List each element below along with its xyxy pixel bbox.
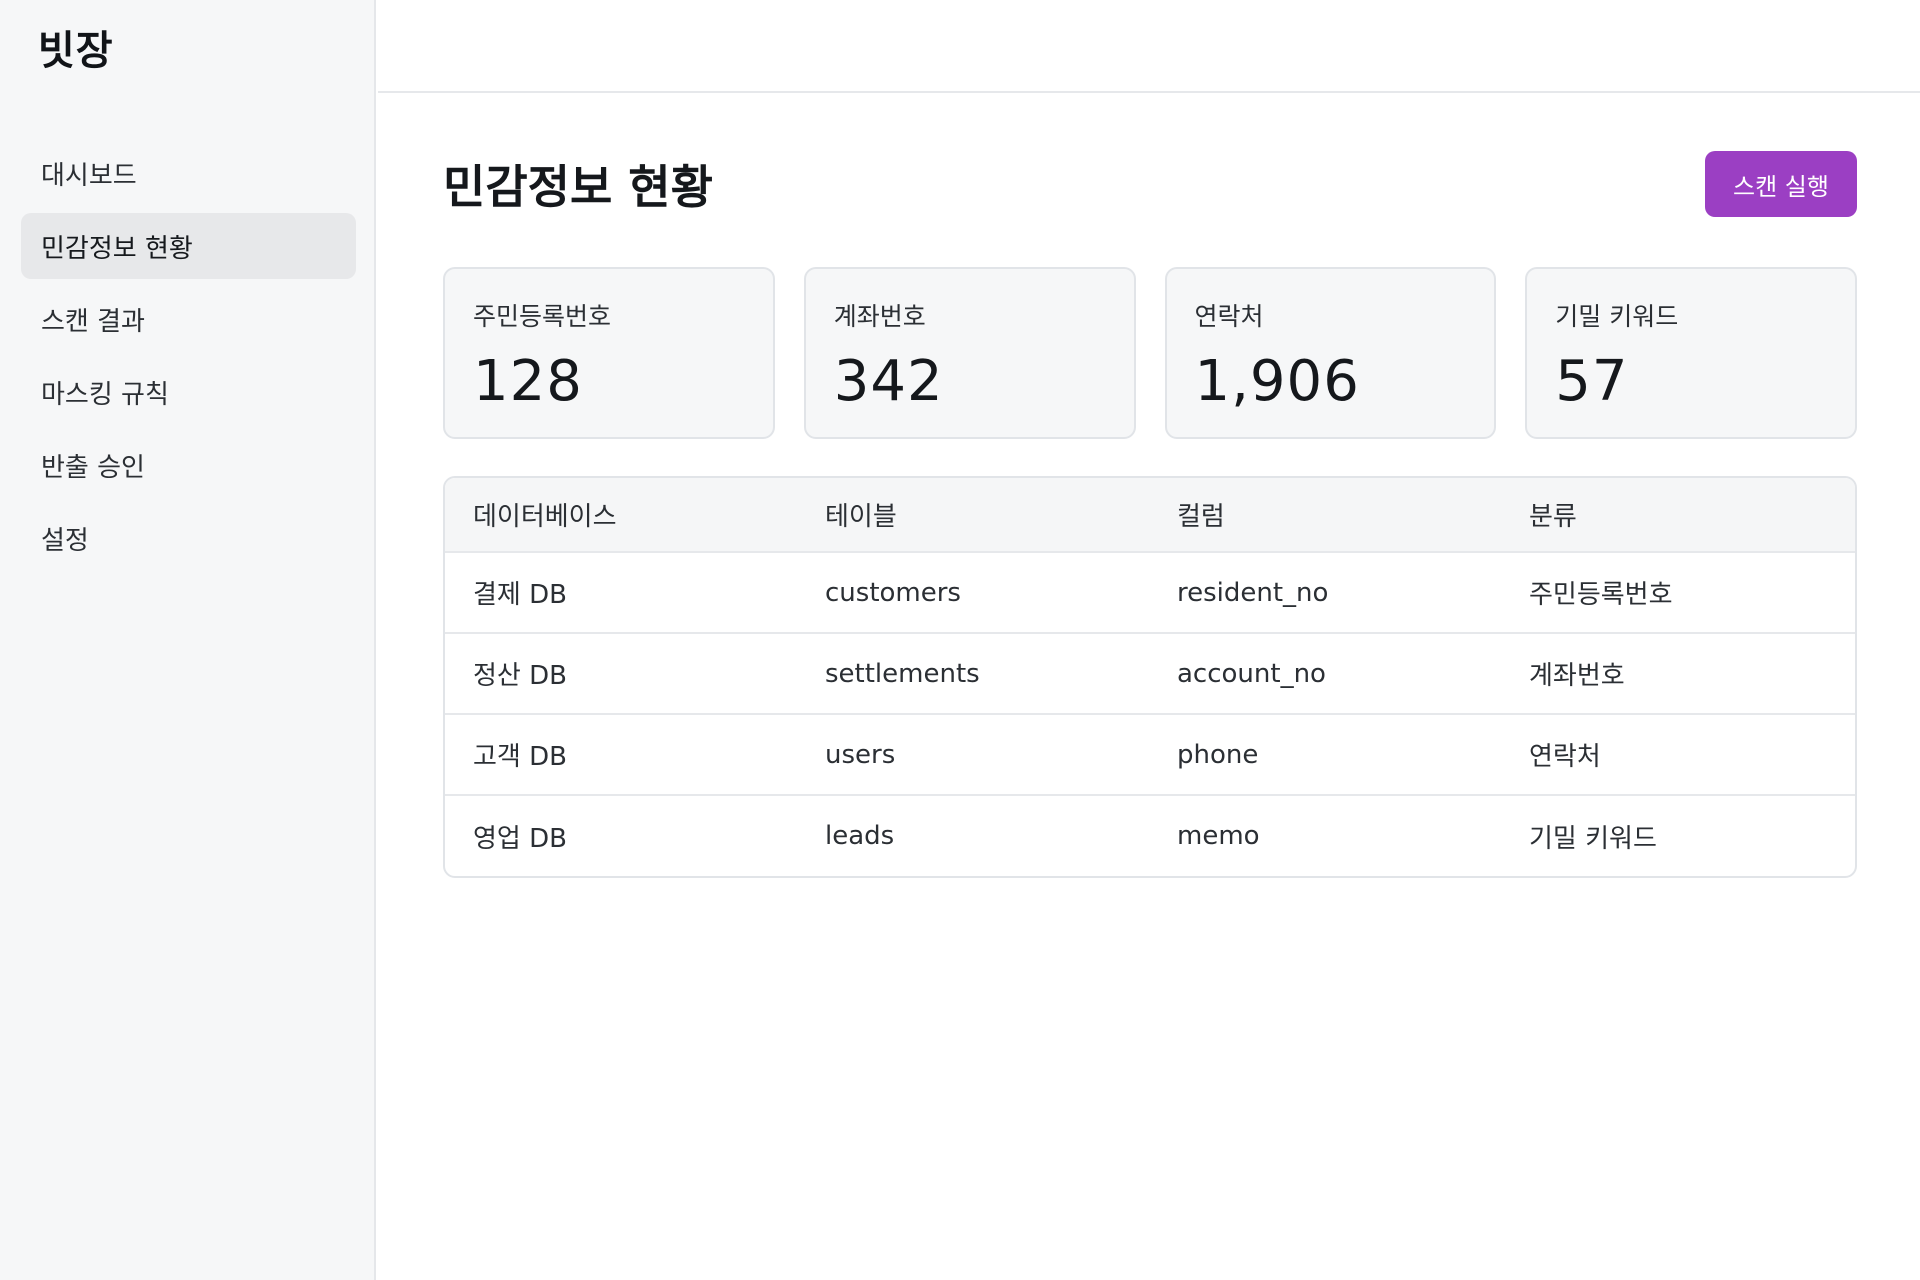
sidebar-item-scan-results[interactable]: 스캔 결과 bbox=[21, 286, 356, 352]
sensitive-data-table: 데이터베이스 테이블 컬럼 분류 결제 DB customers residen… bbox=[443, 476, 1857, 878]
top-bar bbox=[378, 0, 1920, 93]
cell-database: 정산 DB bbox=[473, 661, 567, 691]
sidebar-item-masking-rules[interactable]: 마스킹 규칙 bbox=[21, 359, 356, 425]
cell-table: users bbox=[825, 739, 896, 770]
cell-column: account_no bbox=[1177, 658, 1326, 689]
scan-run-button[interactable]: 스캔 실행 bbox=[1705, 151, 1857, 217]
column-header-column: 컬럼 bbox=[1177, 502, 1225, 532]
stat-card-value: 57 bbox=[1555, 349, 1629, 414]
stat-card-contact: 연락처 1,906 bbox=[1164, 267, 1497, 439]
sidebar: 빗장 대시보드 민감정보 현황 스캔 결과 마스킹 규칙 반출 승인 설정 bbox=[0, 0, 376, 1280]
cell-column: phone bbox=[1177, 739, 1259, 770]
cell-table: leads bbox=[825, 821, 895, 851]
cell-table: settlements bbox=[825, 658, 980, 689]
sidebar-item-sensitive-data-status[interactable]: 민감정보 현황 bbox=[21, 213, 356, 279]
cell-classification: 계좌번호 bbox=[1529, 661, 1625, 691]
stat-card-value: 128 bbox=[473, 349, 583, 414]
stat-card-resident-number: 주민등록번호 128 bbox=[443, 267, 775, 439]
cell-column: memo bbox=[1177, 821, 1260, 851]
column-header-database: 데이터베이스 bbox=[473, 502, 617, 532]
stat-cards: 주민등록번호 128 계좌번호 342 연락처 1,906 기밀 키워드 57 bbox=[443, 267, 1857, 439]
sidebar-item-dashboard[interactable]: 대시보드 bbox=[21, 140, 356, 206]
table-row[interactable]: 정산 DB settlements account_no 계좌번호 bbox=[445, 633, 1855, 714]
sidebar-item-export-approval[interactable]: 반출 승인 bbox=[21, 432, 356, 498]
table-row[interactable]: 고객 DB users phone 연락처 bbox=[445, 714, 1855, 795]
sidebar-nav: 대시보드 민감정보 현황 스캔 결과 마스킹 규칙 반출 승인 설정 bbox=[21, 140, 356, 578]
table-header-row: 데이터베이스 테이블 컬럼 분류 bbox=[445, 478, 1855, 552]
stat-card-confidential-keyword: 기밀 키워드 57 bbox=[1525, 267, 1857, 439]
table-row[interactable]: 영업 DB leads memo 기밀 키워드 bbox=[445, 795, 1855, 876]
cell-classification: 연락처 bbox=[1529, 742, 1601, 772]
cell-database: 결제 DB bbox=[473, 580, 567, 610]
stat-card-label: 연락처 bbox=[1194, 302, 1264, 331]
cell-classification: 주민등록번호 bbox=[1529, 580, 1673, 610]
page-title: 민감정보 현황 bbox=[443, 160, 713, 214]
table-row[interactable]: 결제 DB customers resident_no 주민등록번호 bbox=[445, 552, 1855, 633]
sidebar-item-settings[interactable]: 설정 bbox=[21, 505, 356, 571]
cell-classification: 기밀 키워드 bbox=[1529, 823, 1657, 854]
cell-database: 영업 DB bbox=[473, 823, 567, 854]
stat-card-label: 주민등록번호 bbox=[473, 302, 612, 331]
stat-card-account-number: 계좌번호 342 bbox=[803, 267, 1136, 439]
stat-card-value: 1,906 bbox=[1194, 349, 1360, 414]
stat-card-label: 기밀 키워드 bbox=[1555, 302, 1679, 331]
app-brand: 빗장 bbox=[38, 28, 114, 74]
column-header-table: 테이블 bbox=[825, 502, 897, 532]
stat-card-label: 계좌번호 bbox=[833, 302, 926, 331]
cell-column: resident_no bbox=[1177, 577, 1329, 608]
cell-database: 고객 DB bbox=[473, 742, 567, 772]
cell-table: customers bbox=[825, 577, 961, 608]
column-header-classification: 분류 bbox=[1529, 502, 1577, 532]
stat-card-value: 342 bbox=[833, 349, 944, 414]
